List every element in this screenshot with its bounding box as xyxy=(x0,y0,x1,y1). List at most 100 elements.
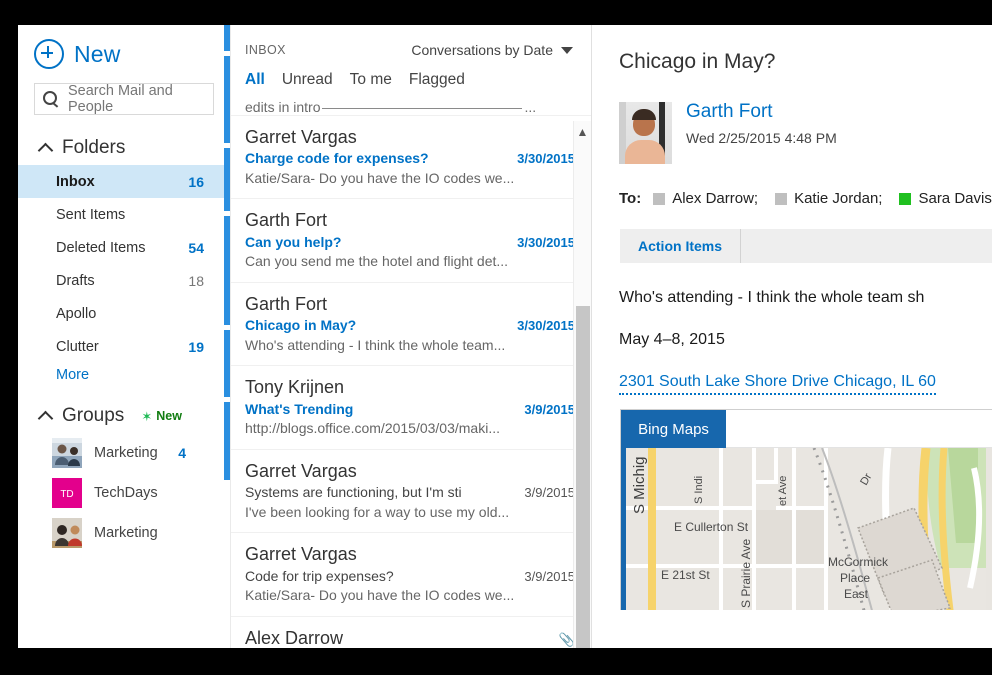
message-subject: Charge code for expenses? xyxy=(245,149,429,169)
sidebar-group-marketing-1[interactable]: Marketing 4 xyxy=(18,433,230,473)
group-count: 4 xyxy=(178,445,216,461)
recipient-name[interactable]: Katie Jordan; xyxy=(794,190,882,207)
folder-label: Inbox xyxy=(56,174,188,190)
plus-circle-icon xyxy=(34,39,64,69)
group-photo-tile xyxy=(52,438,82,468)
new-button-label: New xyxy=(74,41,121,68)
search-placeholder: Search Mail and People xyxy=(68,83,213,115)
avatar xyxy=(619,102,672,164)
sidebar-item-drafts[interactable]: Drafts 18 xyxy=(18,264,230,297)
folder-count: 54 xyxy=(188,240,216,256)
list-item[interactable]: Tony Krijnen What's Trending 3/9/2015 ht… xyxy=(231,365,591,448)
message-preview: I've been looking for a way to use my ol… xyxy=(245,503,575,523)
sidebar-item-apollo[interactable]: Apollo xyxy=(18,297,230,330)
map-canvas[interactable]: S Michig S Indi E Cullerton St et Ave Dr… xyxy=(621,448,992,610)
reading-pane: Chicago in May? Garth Fort Wed 2/25/2015… xyxy=(592,25,992,648)
sidebar-item-inbox[interactable]: Inbox 16 xyxy=(18,165,230,198)
search-icon xyxy=(43,91,60,108)
folders-section-title: Folders xyxy=(62,137,125,159)
group-label: TechDays xyxy=(94,485,174,501)
svg-text:S Prairie Ave: S Prairie Ave xyxy=(739,539,753,608)
message-date: 3/9/2015 xyxy=(524,484,575,502)
sender-name[interactable]: Garth Fort xyxy=(686,102,837,123)
sender-block: Garth Fort Wed 2/25/2015 4:48 PM xyxy=(619,74,992,164)
groups-section-header[interactable]: Groups ✶ New xyxy=(18,383,230,433)
search-input[interactable]: Search Mail and People xyxy=(34,83,214,115)
avatar-body xyxy=(625,140,665,164)
filter-tab-flagged[interactable]: Flagged xyxy=(409,71,465,89)
bing-maps-card[interactable]: Bing Maps xyxy=(620,409,992,610)
folder-count: 16 xyxy=(188,174,216,190)
message-subject-row: Systems are functioning, but I'm sti 3/9… xyxy=(245,483,575,503)
message-preview: Katie/Sara- Do you have the IO codes we.… xyxy=(245,586,575,606)
message-sender: Alex Darrow xyxy=(245,626,343,648)
message-sender: Garth Fort xyxy=(245,292,575,316)
partial-message-text: edits in intro xyxy=(245,99,320,115)
more-folders-link[interactable]: More xyxy=(18,363,230,383)
message-preview: Can you send me the hotel and flight det… xyxy=(245,252,575,272)
message-body-line-2: May 4–8, 2015 xyxy=(619,307,992,349)
presence-indicator-available xyxy=(899,193,911,205)
sidebar-group-marketing-2[interactable]: Marketing xyxy=(18,513,230,553)
message-body-line-1: Who's attending - I think the whole team… xyxy=(619,263,992,307)
chevron-up-icon[interactable]: ▲ xyxy=(574,125,591,139)
bing-maps-brand-label: Bing Maps xyxy=(621,410,726,448)
message-subject-row: Charge code for expenses? 3/30/2015 xyxy=(245,149,575,169)
message-list-scrollbar[interactable]: ▲ xyxy=(573,121,591,648)
message-subject: Chicago in May? xyxy=(245,316,356,336)
message-subject: Code for trip expenses? xyxy=(245,567,394,587)
message-subject-row: Code for trip expenses? 3/9/2015 xyxy=(245,567,575,587)
svg-text:S Michig: S Michig xyxy=(631,456,648,514)
list-item[interactable]: Garret Vargas Charge code for expenses? … xyxy=(231,115,591,198)
sidebar-item-sent-items[interactable]: Sent Items xyxy=(18,198,230,231)
message-subject-row: What's Trending 3/9/2015 xyxy=(245,400,575,420)
filter-tab-to-me[interactable]: To me xyxy=(350,71,392,89)
message-sender: Garret Vargas xyxy=(245,542,575,566)
message-date: 3/30/2015 xyxy=(517,150,575,168)
new-mail-button[interactable]: New xyxy=(18,25,230,79)
presence-indicator-away xyxy=(775,193,787,205)
sort-order-label: Conversations by Date xyxy=(411,42,553,58)
message-date: 3/30/2015 xyxy=(517,317,575,335)
screenshot-root: New Search Mail and People Folders Inbox… xyxy=(0,0,992,675)
address-link[interactable]: 2301 South Lake Shore Drive Chicago, IL … xyxy=(619,349,936,395)
sort-order-dropdown[interactable]: Conversations by Date xyxy=(411,42,573,58)
outlook-web-app-window: New Search Mail and People Folders Inbox… xyxy=(18,25,992,648)
folder-label: Sent Items xyxy=(56,207,204,223)
svg-text:TD: TD xyxy=(60,489,73,500)
list-item[interactable]: Garret Vargas Code for trip expenses? 3/… xyxy=(231,532,591,615)
folders-section-header[interactable]: Folders xyxy=(18,115,230,165)
list-item[interactable]: Garth Fort Can you help? 3/30/2015 Can y… xyxy=(231,198,591,281)
group-photo-tile xyxy=(52,518,82,548)
scrollbar-thumb[interactable] xyxy=(576,306,590,648)
list-item[interactable]: Garret Vargas Systems are functioning, b… xyxy=(231,449,591,532)
sidebar-item-deleted-items[interactable]: Deleted Items 54 xyxy=(18,231,230,264)
map-graphic: S Michig S Indi E Cullerton St et Ave Dr… xyxy=(626,448,986,610)
chevron-down-icon xyxy=(561,47,573,54)
tab-action-items[interactable]: Action Items xyxy=(620,229,741,263)
page-title: Chicago in May? xyxy=(619,25,992,74)
recipient-name[interactable]: Alex Darrow; xyxy=(672,190,758,207)
svg-text:Place: Place xyxy=(840,571,870,585)
partial-message-row-top[interactable]: edits in intro... xyxy=(231,89,591,115)
recipients-row: To: Alex Darrow; Katie Jordan; Sara Davi… xyxy=(619,164,992,207)
window-frame-bottom xyxy=(0,648,992,675)
list-item[interactable]: Garth Fort Chicago in May? 3/30/2015 Who… xyxy=(231,282,591,365)
message-sender: Tony Krijnen xyxy=(245,375,575,399)
sparkle-icon: ✶ xyxy=(141,410,152,423)
svg-text:E Cullerton St: E Cullerton St xyxy=(674,520,749,534)
sidebar-item-clutter[interactable]: Clutter 19 xyxy=(18,330,230,363)
sidebar-group-techdays[interactable]: TD TechDays xyxy=(18,473,230,513)
folder-label: Clutter xyxy=(56,339,188,355)
filter-tab-all[interactable]: All xyxy=(245,71,265,89)
filter-tab-unread[interactable]: Unread xyxy=(282,71,333,89)
message-date: 3/9/2015 xyxy=(524,401,575,419)
message-subject: Can you help? xyxy=(245,233,341,253)
groups-new-badge: ✶ New xyxy=(141,409,182,423)
recipient-name[interactable]: Sara Davis; xyxy=(918,190,992,207)
redaction-rule xyxy=(322,108,522,109)
avatar-hair xyxy=(632,109,656,120)
partial-message-ellipsis: ... xyxy=(524,99,536,115)
message-subject: Systems are functioning, but I'm sti xyxy=(245,483,462,503)
list-item[interactable]: Alex Darrow 📎 xyxy=(231,616,591,648)
